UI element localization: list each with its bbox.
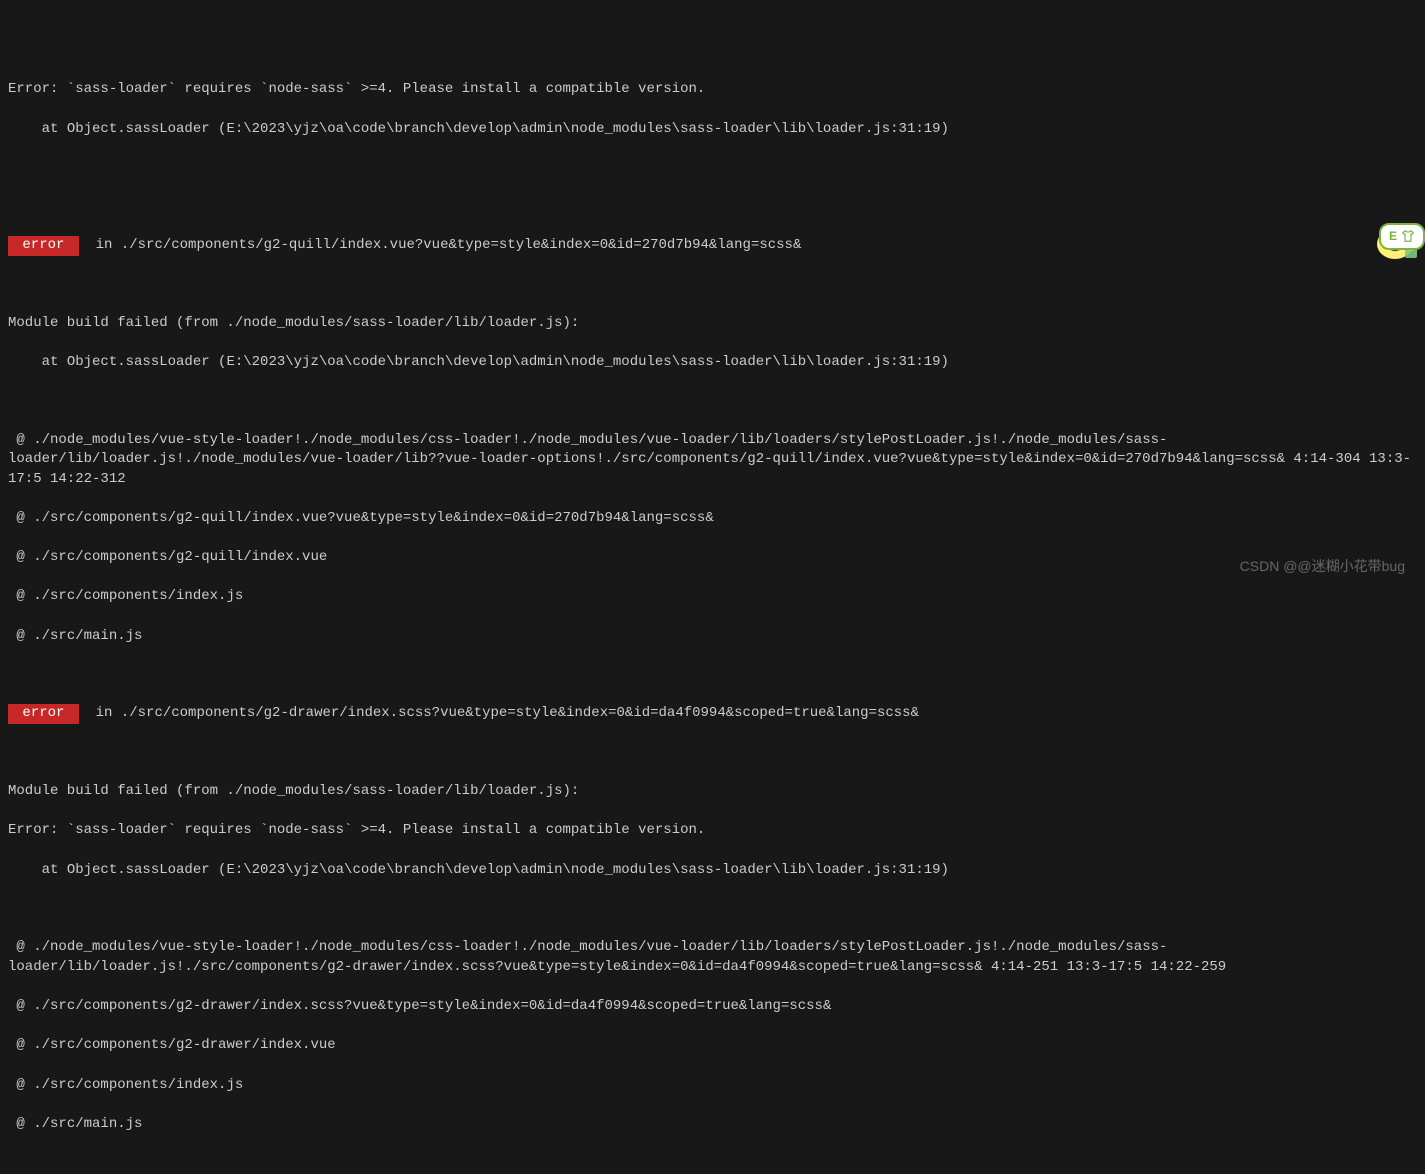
blank-line <box>8 275 1417 294</box>
blank-line <box>8 744 1417 763</box>
trace-chain-line: @ ./src/components/g2-quill/index.vue <box>8 548 1417 568</box>
module-build-failed: Module build failed (from ./node_modules… <box>8 314 1417 334</box>
trace-chain-line: @ ./src/main.js <box>8 627 1417 647</box>
blank-line <box>8 197 1417 216</box>
error-badge: error <box>8 704 79 724</box>
watermark-text: CSDN @@迷糊小花带bug <box>1240 557 1405 577</box>
error-heading-line: error in ./src/components/g2-drawer/inde… <box>8 704 1417 724</box>
blank-line <box>8 159 1417 178</box>
stack-trace-line: at Object.sassLoader (E:\2023\yjz\oa\cod… <box>8 120 1417 140</box>
blank-line <box>8 900 1417 919</box>
blank-line <box>8 666 1417 685</box>
trace-chain-line: @ ./src/components/g2-drawer/index.scss?… <box>8 997 1417 1017</box>
error-text: Error: `sass-loader` requires `node-sass… <box>8 80 1417 100</box>
trace-chain-line: @ ./src/components/g2-drawer/index.vue <box>8 1036 1417 1056</box>
error-badge: error <box>8 236 79 256</box>
error-in-path: in ./src/components/g2-drawer/index.scss… <box>79 705 919 721</box>
stack-trace-line: at Object.sassLoader (E:\2023\yjz\oa\cod… <box>8 861 1417 881</box>
stack-trace-line: at Object.sassLoader (E:\2023\yjz\oa\cod… <box>8 353 1417 373</box>
module-build-failed: Module build failed (from ./node_modules… <box>8 782 1417 802</box>
trace-chain-line: @ ./src/components/index.js <box>8 587 1417 607</box>
blank-line <box>8 392 1417 411</box>
error-text: Error: `sass-loader` requires `node-sass… <box>8 821 1417 841</box>
error-in-path: in ./src/components/g2-quill/index.vue?v… <box>79 237 802 253</box>
trace-chain-line: @ ./node_modules/vue-style-loader!./node… <box>8 431 1417 490</box>
trace-chain-line: @ ./node_modules/vue-style-loader!./node… <box>8 938 1417 977</box>
trace-chain-line: @ ./src/components/index.js <box>8 1076 1417 1096</box>
error-heading-line: error in ./src/components/g2-quill/index… <box>8 236 1417 256</box>
trace-chain-line: @ ./src/components/g2-quill/index.vue?vu… <box>8 509 1417 529</box>
trace-chain-line: @ ./src/main.js <box>8 1115 1417 1135</box>
